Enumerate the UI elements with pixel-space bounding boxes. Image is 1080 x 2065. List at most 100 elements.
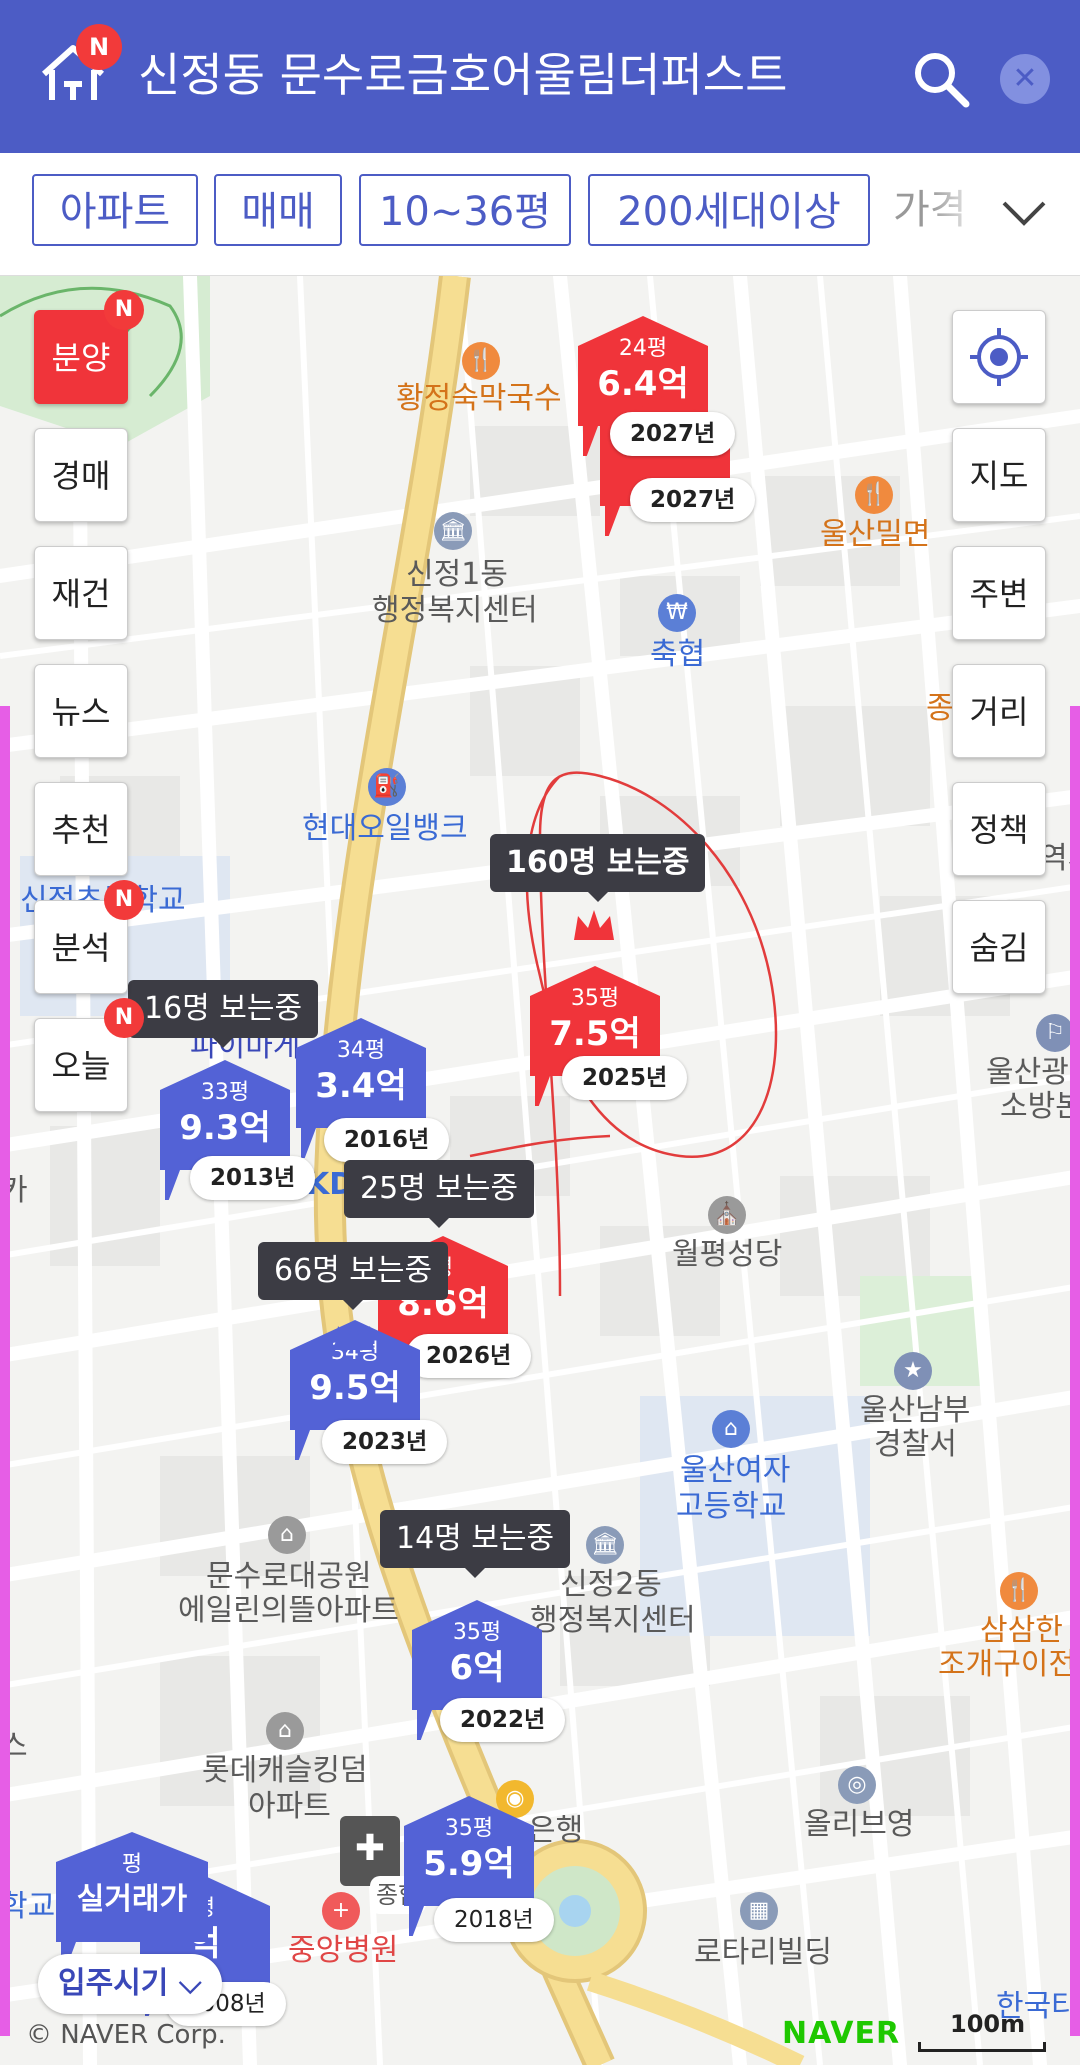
poi-olive[interactable]: 올리브영	[804, 1806, 914, 1844]
right-edge-indicator	[1070, 706, 1080, 2036]
scale-bar	[918, 2042, 1046, 2052]
marker-year: 2027년	[610, 412, 736, 456]
store-icon[interactable]: ◎	[838, 1766, 876, 1804]
bank-icon[interactable]: ₩	[658, 594, 696, 632]
marker-price: 7.5억	[549, 1014, 641, 1054]
fire-station-icon[interactable]: ⚐	[1036, 1014, 1074, 1052]
crown-icon	[334, 1320, 374, 1350]
poi-jong: 종	[926, 691, 954, 726]
viewers-tooltip: 14명 보는중	[380, 1510, 571, 1578]
church-icon[interactable]: ⛪	[708, 1196, 746, 1234]
filter-chip-size[interactable]: 10~36평	[359, 174, 571, 246]
poi-sinjeong1[interactable]: 신정1동	[406, 556, 508, 594]
restaurant-icon[interactable]: 🍴	[855, 476, 893, 514]
movein-dropdown[interactable]: 입주시기 ⌵	[38, 1954, 222, 2014]
side-btn-rebuild[interactable]: 재건	[34, 546, 128, 640]
poi-fire-1[interactable]: 울산광역	[986, 1054, 1080, 1092]
movein-label: 입주시기	[58, 1966, 169, 2001]
marker-size: 35평	[444, 1816, 494, 1841]
search-icon[interactable]	[910, 48, 972, 110]
marker-year: 2016년	[324, 1118, 450, 1162]
side-btn-auction[interactable]: 경매	[34, 428, 128, 522]
sale-marker[interactable]: 평 실거래가	[56, 1832, 208, 1972]
viewers-tooltip: 25명 보는중	[344, 1160, 535, 1228]
poi-sinjeong2[interactable]: 신정2동	[560, 1566, 662, 1604]
marker-size: 24평	[618, 336, 668, 361]
marker-size: 34평	[336, 1038, 386, 1063]
marker-price: 6억	[449, 1648, 505, 1688]
poi-hwangjeong[interactable]: 황정숙막국수	[396, 380, 562, 418]
viewers-tooltip: 66명 보는중	[258, 1242, 449, 1310]
poi-joongang[interactable]: 중앙병원	[288, 1932, 398, 1970]
map-view[interactable]: 🍴 황정숙막국수 🍴 울산밀면 🏛 신정1동 행정복지센터 ₩ 축협 ⛽ 현대오…	[0, 276, 1080, 2065]
poi-lotte-1[interactable]: 롯데캐슬킹덤	[202, 1752, 368, 1790]
marker-size: 평	[121, 1852, 143, 1877]
poi-ulsan-girls-1[interactable]: 울산여자	[680, 1452, 790, 1490]
government-icon[interactable]: 🏛	[586, 1526, 624, 1564]
marker-year: 2027년	[630, 478, 756, 522]
filter-chip-apartment[interactable]: 아파트	[32, 174, 198, 246]
left-edge-indicator	[0, 706, 10, 2036]
marker-price: 실거래가	[76, 1882, 188, 1917]
poi-ulsan-police-2[interactable]: 경찰서	[874, 1426, 957, 1464]
marker-size: 35평	[452, 1620, 502, 1645]
restaurant-icon[interactable]: 🍴	[462, 342, 500, 380]
poi-hyundai-oil[interactable]: 현대오일뱅크	[302, 810, 468, 848]
marker-year: 2025년	[562, 1056, 688, 1100]
marker-price: 9.5억	[309, 1368, 401, 1408]
hospital-icon[interactable]: +	[322, 1892, 360, 1930]
marker-size: 35평	[570, 986, 620, 1011]
naver-logo: NAVER	[782, 2016, 901, 2051]
filter-chip-households[interactable]: 200세대이상	[588, 174, 870, 246]
side-btn-distance[interactable]: 거리	[952, 664, 1046, 758]
side-btn-hide[interactable]: 숨김	[952, 900, 1046, 994]
poi-wolpyeong[interactable]: 월평성당	[672, 1236, 782, 1274]
poi-samsam-2[interactable]: 조개구이전	[938, 1646, 1076, 1684]
government-icon[interactable]: 🏛	[434, 512, 472, 550]
police-icon[interactable]: ★	[894, 1352, 932, 1390]
filter-chip-trade[interactable]: 매매	[214, 174, 342, 246]
building-icon[interactable]: ▦	[740, 1892, 778, 1930]
school-icon[interactable]: ⌂	[712, 1410, 750, 1448]
apartment-icon[interactable]: ⌂	[268, 1516, 306, 1554]
marker-year: 2023년	[322, 1420, 448, 1464]
marker-size: 33평	[200, 1080, 250, 1105]
restaurant-icon[interactable]: 🍴	[1000, 1572, 1038, 1610]
new-badge: N	[104, 290, 144, 330]
marker-year: 2018년	[434, 1898, 554, 1942]
poi-samsam-1[interactable]: 삼삼한	[980, 1612, 1063, 1650]
side-btn-nearby[interactable]: 주변	[952, 546, 1046, 640]
poi-munsu-park-2[interactable]: 에일린의뜰아파트	[178, 1592, 399, 1630]
side-btn-recommend[interactable]: 추천	[34, 782, 128, 876]
chevron-down-icon[interactable]	[1000, 193, 1048, 233]
poi-ulsan-police-1[interactable]: 울산남부	[860, 1392, 970, 1430]
poi-munsu-park-1[interactable]: 문수로대공원	[206, 1558, 372, 1596]
header-new-badge: N	[76, 24, 122, 70]
poi-fire-2[interactable]: 소방본	[1000, 1088, 1080, 1126]
poi-ulsan-girls-2[interactable]: 고등학교	[676, 1488, 786, 1526]
side-btn-map[interactable]: 지도	[952, 428, 1046, 522]
marker-price: 9.3억	[179, 1108, 271, 1148]
crown-icon	[574, 910, 614, 940]
locate-icon	[970, 328, 1028, 386]
filter-bar: 아파트 매매 10~36평 200세대이상 가격	[0, 153, 1080, 276]
poi-chukhyup[interactable]: 축협	[650, 636, 705, 674]
poi-bank[interactable]: 은행	[528, 1812, 583, 1850]
apartment-icon[interactable]: ⌂	[266, 1712, 304, 1750]
poi-rotary[interactable]: 로타리빌딩	[694, 1934, 832, 1972]
close-icon[interactable]: ✕	[1000, 54, 1050, 104]
new-badge: N	[104, 880, 144, 920]
copyright: © NAVER Corp.	[26, 2020, 226, 2050]
side-btn-news[interactable]: 뉴스	[34, 664, 128, 758]
chevron-down-icon: ⌵	[178, 1966, 202, 2001]
locate-button[interactable]	[952, 310, 1046, 404]
new-badge: N	[104, 998, 144, 1038]
poi-sinjeong1-center[interactable]: 행정복지센터	[372, 592, 538, 630]
poi-sinjeong2-center[interactable]: 행정복지센터	[530, 1602, 696, 1640]
marker-year: 2013년	[190, 1156, 316, 1200]
poi-lotte-2[interactable]: 아파트	[248, 1788, 331, 1826]
gas-station-icon[interactable]: ⛽	[368, 768, 406, 806]
poi-ulsan-noodle[interactable]: 울산밀면	[820, 516, 930, 554]
scale-label: 100m	[950, 2010, 1026, 2038]
side-btn-policy[interactable]: 정책	[952, 782, 1046, 876]
